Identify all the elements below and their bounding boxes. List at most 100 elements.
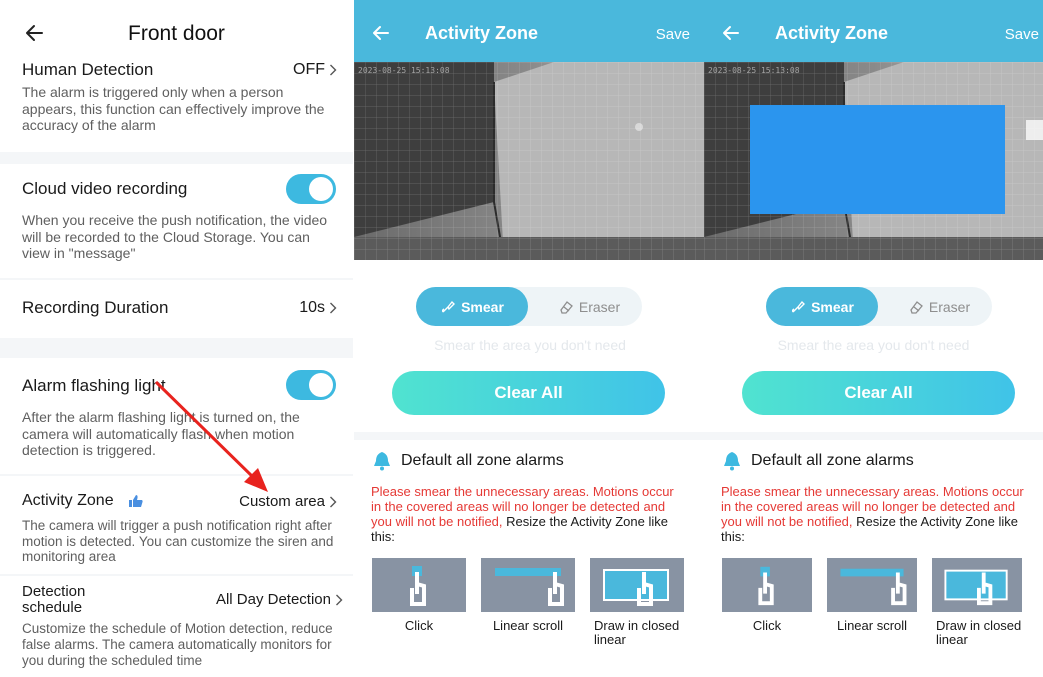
activity-zone-value[interactable]: Custom area [239,493,337,510]
human-detection-state: OFF [293,61,325,78]
smear-hint: Smear the area you don't need [434,337,626,353]
chevron-right-icon [330,302,337,314]
chevron-right-icon [330,496,337,507]
tap-gesture-icon [410,566,426,606]
example-linear-scroll: Linear scroll [481,558,575,647]
section-divider [704,432,1043,440]
recording-duration-text: 10s [299,299,325,316]
toggle-knob [309,177,333,201]
zone-header: Activity Zone Save [354,0,706,62]
activity-zone-row[interactable]: Activity Zone Custom area The camera wil… [0,478,353,574]
scroll-illustration [827,558,917,612]
smeared-zone[interactable] [750,105,1005,214]
swipe-gesture-icon [495,568,564,606]
chevron-right-icon [330,64,337,76]
example-click: Click [372,558,466,647]
example-caption: Draw in closed linear [936,618,1022,647]
back-arrow-icon[interactable] [370,22,392,44]
human-detection-desc: The alarm is triggered only when a perso… [22,84,325,133]
default-alarm-row: Default all zone alarms [723,451,914,471]
alarm-light-label: Alarm flashing light [22,376,166,395]
swipe-gesture-icon [840,568,907,606]
detection-schedule-label-line2: schedule [22,599,83,616]
human-detection-row[interactable]: Human Detection OFF The alarm is trigger… [0,58,353,148]
thumbs-up-icon [129,494,143,507]
mode-switch: Smear Eraser [766,287,992,326]
eraser-icon [910,300,923,314]
save-button[interactable]: Save [1005,26,1039,43]
clear-all-button[interactable]: Clear All [392,371,665,415]
example-linear-scroll: Linear scroll [827,558,917,647]
smear-instructions: Please smear the unnecessary areas. Moti… [721,484,1026,544]
camera-preview[interactable]: 2023-08-25 15:13:08 [354,62,706,260]
gesture-examples: Click Linear scroll Draw in closed linea… [372,558,684,647]
camera-timestamp: 2023-08-25 15:13:08 [708,66,800,75]
clear-all-button[interactable]: Clear All [742,371,1015,415]
example-caption: Click [404,618,434,633]
brush-icon [442,300,456,312]
cloud-recording-desc: When you receive the push notification, … [22,212,328,261]
alarm-light-row: Alarm flashing light After the alarm fla… [0,360,353,472]
example-caption: Draw in closed linear [594,618,680,647]
human-detection-value[interactable]: OFF [293,61,337,79]
detection-schedule-row[interactable]: Detection schedule All Day Detection Cus… [0,578,353,677]
detection-schedule-label: Detection schedule [22,584,85,616]
click-illustration [722,558,812,612]
cloud-recording-label: Cloud video recording [22,179,188,198]
recording-duration-value[interactable]: 10s [299,299,337,317]
activity-zone-desc: The camera will trigger a push notificat… [22,518,334,564]
eraser-button[interactable]: Eraser [886,287,992,326]
zone-header: Activity Zone Save [704,0,1043,62]
example-draw-closed: Draw in closed linear [590,558,684,647]
recording-duration-label: Recording Duration [22,298,169,317]
draw-gesture-icon [603,569,669,606]
camera-timestamp: 2023-08-25 15:13:08 [358,66,450,75]
activity-zone-panel-empty: Activity Zone Save 2023-08-25 15:13:08 S… [354,0,706,677]
zone-title: Activity Zone [425,23,539,43]
gesture-examples: Click Linear scroll Draw in closed linea… [722,558,1022,647]
row-divider [0,278,353,280]
detection-schedule-text: All Day Detection [215,591,331,608]
smear-instructions: Please smear the unnecessary areas. Moti… [371,484,686,544]
example-caption: Linear scroll [836,618,908,633]
activity-zone-label: Activity Zone [22,492,114,509]
row-divider [0,474,353,476]
human-detection-label: Human Detection [22,60,154,79]
mode-switch: Smear Eraser [416,287,642,326]
draw-illustration [590,558,684,612]
smear-hint: Smear the area you don't need [777,337,970,353]
brush-icon [792,300,806,312]
draw-illustration [932,558,1022,612]
bell-icon [374,452,390,471]
alarm-light-desc: After the alarm flashing light is turned… [22,409,300,458]
click-illustration [372,558,466,612]
default-alarm-text: Default all zone alarms [401,452,564,469]
activity-zone-text: Custom area [239,493,325,510]
settings-panel: Front door Human Detection OFF The alarm… [0,0,353,677]
example-click: Click [722,558,812,647]
default-alarm-row: Default all zone alarms [373,451,564,471]
toggle-knob [309,373,333,397]
example-caption: Linear scroll [492,618,564,633]
smear-button[interactable]: Smear [416,287,528,326]
save-button[interactable]: Save [656,26,690,43]
eraser-label: Eraser [578,298,621,315]
smear-button[interactable]: Smear [766,287,878,326]
section-divider [0,152,353,164]
camera-preview[interactable]: 2023-08-25 15:13:08 [704,62,1043,260]
zone-title: Activity Zone [775,23,889,43]
page-title: Front door [128,22,225,45]
activity-zone-panel-masked: Activity Zone Save 2023-08-25 15:13:08 S… [704,0,1043,677]
cloud-recording-toggle[interactable] [286,174,336,204]
alarm-light-toggle[interactable] [286,370,336,400]
back-arrow-icon[interactable] [720,22,742,44]
detection-schedule-value[interactable]: All Day Detection [216,591,343,608]
section-divider [354,432,706,440]
detection-schedule-desc: Customize the schedule of Motion detecti… [22,621,333,668]
bell-icon [724,452,740,471]
settings-header: Front door [0,0,353,62]
section-divider [0,338,353,358]
camera-frame-image [354,62,706,260]
eraser-button[interactable]: Eraser [536,287,642,326]
recording-duration-row[interactable]: Recording Duration 10s [0,282,353,338]
